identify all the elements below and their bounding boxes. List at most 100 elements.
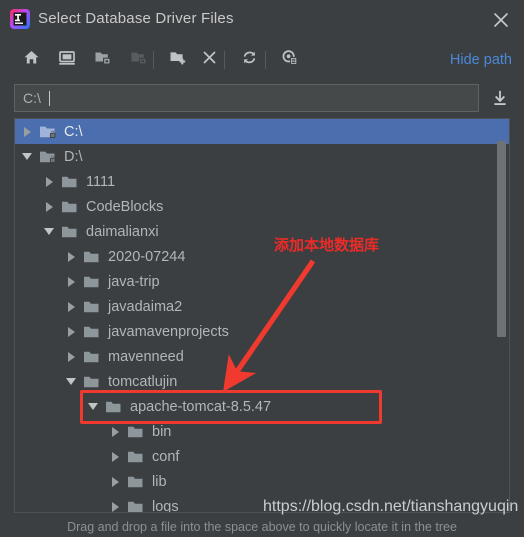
tree-row[interactable]: java-trip bbox=[15, 269, 509, 294]
chevron-right-icon[interactable] bbox=[107, 449, 123, 465]
tree-row-label: bin bbox=[152, 423, 172, 440]
chevron-right-icon[interactable] bbox=[41, 174, 57, 190]
tree-row-label: tomcatlujin bbox=[108, 373, 178, 390]
folder-icon bbox=[127, 449, 145, 465]
refresh-button[interactable] bbox=[238, 49, 260, 71]
drive-folder-icon bbox=[39, 149, 57, 165]
path-input[interactable]: C:\ bbox=[14, 84, 479, 112]
chevron-right-icon[interactable] bbox=[63, 324, 79, 340]
delete-button[interactable] bbox=[198, 49, 220, 71]
show-hidden-button[interactable] bbox=[279, 49, 301, 71]
text-caret bbox=[49, 91, 50, 106]
desktop-button[interactable] bbox=[56, 49, 78, 71]
folder-icon bbox=[105, 399, 123, 415]
home-icon bbox=[23, 49, 40, 71]
tree-row[interactable]: bin bbox=[15, 419, 509, 444]
tree-row[interactable]: D:\ bbox=[15, 144, 509, 169]
tree-row[interactable]: daimalianxi bbox=[15, 219, 509, 244]
toolbar: Hide path bbox=[0, 40, 524, 80]
tree-row-label: apache-tomcat-8.5.47 bbox=[130, 398, 272, 415]
tree-row[interactable]: 2020-07244 bbox=[15, 244, 509, 269]
tree-row[interactable]: 1111 bbox=[15, 169, 509, 194]
title-bar: Select Database Driver Files bbox=[0, 0, 524, 40]
module-dir-button bbox=[128, 49, 150, 71]
tree-row[interactable]: javamavenprojects bbox=[15, 319, 509, 344]
tree-row[interactable]: lib bbox=[15, 469, 509, 494]
tree-row[interactable]: CodeBlocks bbox=[15, 194, 509, 219]
path-row: C:\ bbox=[0, 80, 524, 116]
import-arrow-icon[interactable] bbox=[489, 88, 511, 110]
intellij-idea-icon bbox=[9, 8, 31, 30]
project-folder-icon bbox=[94, 49, 112, 71]
folder-icon bbox=[61, 174, 79, 190]
chevron-down-icon[interactable] bbox=[41, 224, 57, 240]
toolbar-separator bbox=[153, 51, 154, 69]
project-dir-button[interactable] bbox=[92, 49, 114, 71]
new-folder-button[interactable] bbox=[167, 49, 189, 71]
watermark-text: https://blog.csdn.net/tianshangyuqin bbox=[263, 498, 519, 515]
show-hidden-files-icon bbox=[281, 49, 299, 71]
folder-icon bbox=[83, 374, 101, 390]
folder-icon bbox=[127, 474, 145, 490]
tree-row-label: 2020-07244 bbox=[108, 248, 186, 265]
tree-row-label: mavenneed bbox=[108, 348, 184, 365]
folder-icon bbox=[61, 224, 79, 240]
chevron-right-icon[interactable] bbox=[107, 424, 123, 440]
tree-row-label: java-trip bbox=[108, 273, 160, 290]
folder-icon bbox=[127, 424, 145, 440]
drag-drop-hint: Drag and drop a file into the space abov… bbox=[67, 520, 457, 534]
tree-row[interactable]: C:\ bbox=[15, 119, 509, 144]
close-x-icon bbox=[201, 49, 218, 71]
chevron-right-icon[interactable] bbox=[63, 274, 79, 290]
tree-row-label: javadaima2 bbox=[108, 298, 183, 315]
chevron-right-icon[interactable] bbox=[63, 299, 79, 315]
chevron-right-icon[interactable] bbox=[63, 249, 79, 265]
path-input-value: C:\ bbox=[23, 90, 41, 106]
chevron-right-icon[interactable] bbox=[19, 124, 35, 140]
folder-icon bbox=[83, 274, 101, 290]
tree-row-label: daimalianxi bbox=[86, 223, 159, 240]
scrollbar-thumb[interactable] bbox=[497, 141, 506, 337]
folder-icon bbox=[83, 249, 101, 265]
tree-row[interactable]: javadaima2 bbox=[15, 294, 509, 319]
chevron-down-icon[interactable] bbox=[63, 374, 79, 390]
toolbar-separator-2 bbox=[224, 51, 225, 69]
tree-row-label: 1111 bbox=[86, 173, 116, 190]
close-icon[interactable] bbox=[488, 7, 514, 33]
tree-row[interactable]: mavenneed bbox=[15, 344, 509, 369]
chevron-down-icon[interactable] bbox=[19, 149, 35, 165]
tree-row-label: lib bbox=[152, 473, 167, 490]
module-folder-icon bbox=[130, 49, 148, 71]
chevron-right-icon[interactable] bbox=[41, 199, 57, 215]
chevron-right-icon[interactable] bbox=[107, 474, 123, 490]
new-folder-icon bbox=[169, 49, 187, 71]
chevron-right-icon[interactable] bbox=[107, 499, 123, 513]
chevron-right-icon[interactable] bbox=[63, 349, 79, 365]
window-title: Select Database Driver Files bbox=[38, 10, 234, 27]
vertical-scrollbar[interactable] bbox=[497, 120, 508, 511]
tree-row-label: C:\ bbox=[64, 123, 83, 140]
tree-row[interactable]: conf bbox=[15, 444, 509, 469]
tree-row-label: conf bbox=[152, 448, 180, 465]
chevron-down-icon[interactable] bbox=[85, 399, 101, 415]
hide-path-link[interactable]: Hide path bbox=[450, 50, 512, 70]
tree-row[interactable]: tomcatlujin bbox=[15, 369, 509, 394]
folder-icon bbox=[83, 299, 101, 315]
folder-icon bbox=[127, 499, 145, 513]
home-button[interactable] bbox=[20, 49, 42, 71]
tree-row-label: javamavenprojects bbox=[108, 323, 229, 340]
tree-row[interactable]: apache-tomcat-8.5.47 bbox=[15, 394, 509, 419]
file-tree[interactable]: C:\ D:\ 1111 CodeBlocks daimalianxi 2020-0724… bbox=[14, 118, 510, 513]
folder-icon bbox=[83, 324, 101, 340]
